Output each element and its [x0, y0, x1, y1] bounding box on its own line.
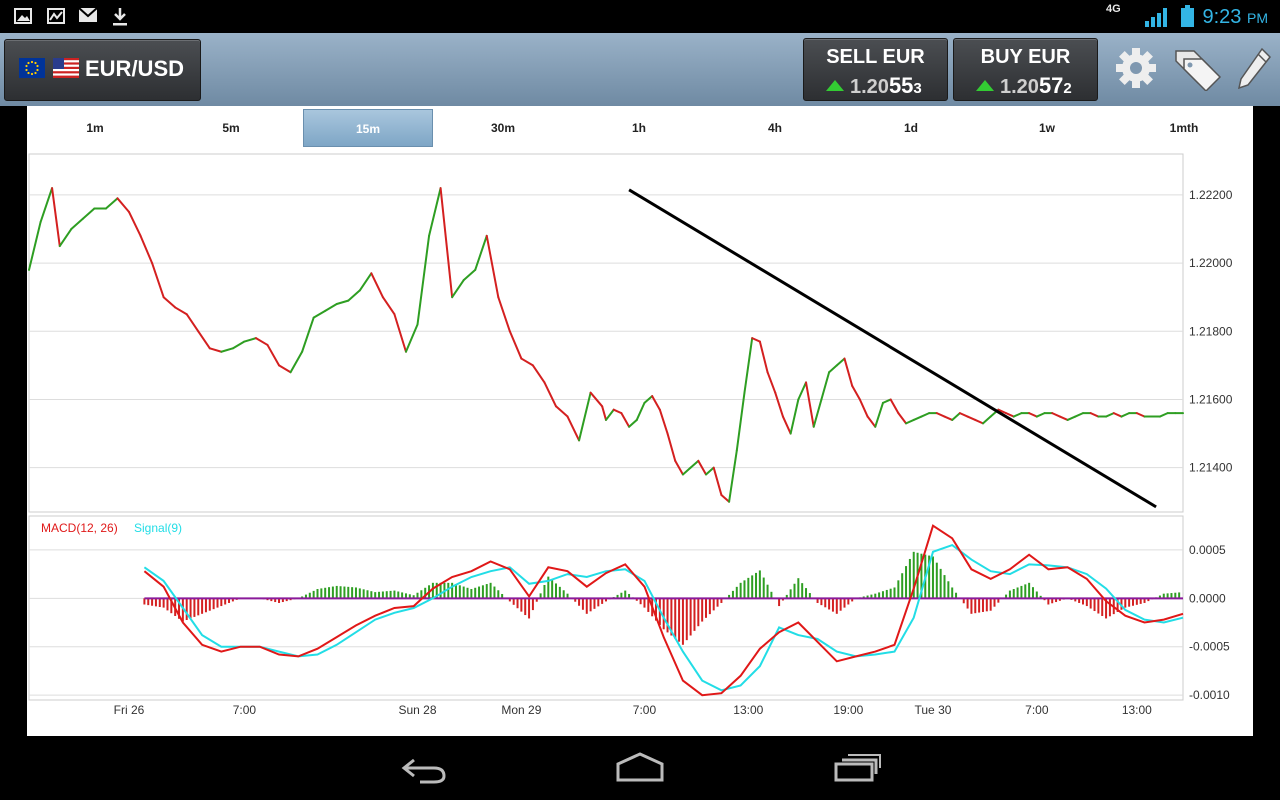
buy-price: 1.20572 [976, 73, 1072, 99]
clock-time: 9:23 [1202, 6, 1242, 28]
time-tick-label: Fri 26 [114, 703, 145, 717]
time-tick-label: 7:00 [1025, 703, 1049, 717]
timeframe-1h[interactable]: 1h [571, 109, 707, 147]
up-arrow-icon [976, 80, 994, 91]
time-tick-label: 7:00 [633, 703, 657, 717]
timeframe-1m[interactable]: 1m [27, 109, 163, 147]
price-tick-label: 1.22200 [1189, 188, 1233, 202]
eu-flag-icon [19, 58, 45, 78]
price-axis: 1.22200 1.22000 1.21800 1.21600 1.21400 [1189, 188, 1233, 475]
timeframe-5m[interactable]: 5m [163, 109, 299, 147]
time-tick-label: 13:00 [1122, 703, 1152, 717]
clock: 9:23 PM [1203, 6, 1269, 29]
battery-icon [1181, 5, 1194, 32]
buy-price-prefix: 1.20 [1000, 76, 1039, 98]
currency-pair-label: EUR/USD [85, 56, 185, 81]
price-tick-label: 1.22000 [1189, 256, 1233, 270]
timeframe-30m[interactable]: 30m [435, 109, 571, 147]
time-tick-label: 7:00 [233, 703, 257, 717]
mail-icon [78, 7, 98, 27]
time-tick-label: Sun 28 [398, 703, 436, 717]
time-tick-label: Tue 30 [915, 703, 952, 717]
macd-legend-label: MACD(12, 26) [41, 521, 118, 535]
time-tick-label: 13:00 [733, 703, 763, 717]
sell-price-pips: 55 [888, 73, 914, 98]
signal-icon [1145, 7, 1173, 32]
chart-panel: 1m 5m 15m 30m 1h 4h 1d 1w 1mth 1.22200 1.… [27, 106, 1253, 736]
timeframe-4h[interactable]: 4h [707, 109, 843, 147]
us-flag-icon [53, 58, 79, 78]
price-tick-label: 1.21400 [1189, 461, 1233, 475]
time-tick-label: Mon 29 [501, 703, 541, 717]
timeframe-1mth[interactable]: 1mth [1115, 109, 1253, 147]
top-toolbar: EUR/USD SELL EUR 1.20553 BUY EUR 1.20572 [0, 33, 1280, 106]
signal-legend-label: Signal(9) [134, 521, 182, 535]
network-type: 4G [1106, 3, 1121, 15]
buy-button[interactable]: BUY EUR 1.20572 [953, 38, 1098, 101]
sell-price: 1.20553 [826, 73, 922, 99]
macd-tick-label: 0.0005 [1189, 543, 1226, 557]
macd-tick-label: -0.0010 [1189, 688, 1230, 702]
tags-icon[interactable] [1172, 45, 1222, 93]
macd-legend: MACD(12, 26) Signal(9) [41, 521, 182, 535]
pencil-icon[interactable] [1236, 45, 1280, 91]
price-grid [28, 153, 1184, 513]
buy-price-fraction: 2 [1063, 80, 1072, 97]
sell-price-prefix: 1.20 [850, 76, 889, 98]
time-tick-label: 19:00 [833, 703, 863, 717]
price-chart[interactable]: 1.22200 1.22000 1.21800 1.21600 1.21400 0.00… [27, 150, 1253, 736]
back-icon[interactable] [400, 750, 448, 791]
time-axis: Fri 26 7:00 Sun 28 Mon 29 7:00 13:00 19:00 Tue … [114, 703, 1153, 717]
home-icon[interactable] [614, 750, 666, 791]
price-plot-area [28, 153, 1184, 513]
up-arrow-icon [826, 80, 844, 91]
buy-label: BUY EUR [980, 46, 1071, 68]
currency-pair-button[interactable]: EUR/USD [4, 39, 201, 101]
price-tick-label: 1.21800 [1189, 324, 1233, 338]
sell-label: SELL EUR [826, 46, 925, 68]
gallery-icon [14, 8, 32, 29]
sell-price-fraction: 3 [913, 80, 922, 97]
status-bar: 4G 9:23 PM [0, 0, 1280, 33]
timeframe-15m[interactable]: 15m [303, 109, 433, 147]
recent-apps-icon[interactable] [832, 750, 884, 791]
sell-button[interactable]: SELL EUR 1.20553 [803, 38, 948, 101]
macd-tick-label: 0.0000 [1189, 591, 1226, 605]
macd-axis: 0.0005 0.0000 -0.0005 -0.0010 [1189, 543, 1230, 702]
download-icon [112, 8, 128, 31]
timeframe-bar: 1m 5m 15m 30m 1h 4h 1d 1w 1mth [27, 106, 1253, 150]
macd-tick-label: -0.0005 [1189, 640, 1230, 654]
clock-ampm: PM [1247, 10, 1268, 26]
buy-price-pips: 57 [1038, 73, 1064, 98]
timeframe-1d[interactable]: 1d [843, 109, 979, 147]
navigation-bar [0, 736, 1280, 800]
price-tick-label: 1.21600 [1189, 392, 1233, 406]
picture-icon [47, 8, 65, 29]
timeframe-1w[interactable]: 1w [979, 109, 1115, 147]
gear-icon[interactable] [1113, 45, 1159, 91]
